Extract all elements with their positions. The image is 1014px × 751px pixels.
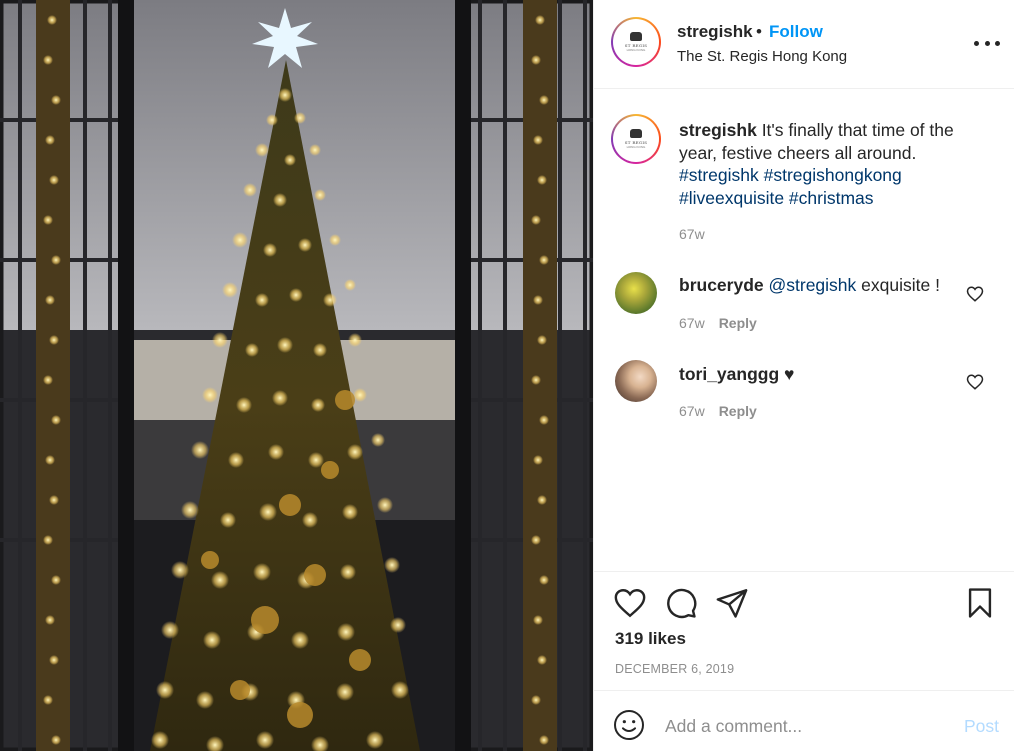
comment-avatar[interactable] <box>615 360 657 402</box>
comment-heart-icon[interactable] <box>966 285 984 303</box>
st-regis-logo: ST REGIS HONG KONG <box>615 21 657 63</box>
post-photo[interactable] <box>0 0 593 751</box>
separator-dot: • <box>756 22 762 41</box>
post-date[interactable]: DECEMBER 6, 2019 <box>615 662 734 676</box>
avatar[interactable]: ST REGIS HONG KONG <box>611 17 661 67</box>
comment: bruceryde @stregishk exquisite ! <box>679 275 940 296</box>
logo-subtext: HONG KONG <box>626 144 646 149</box>
comment-timestamp[interactable]: 67w <box>679 403 705 419</box>
st-regis-logo: ST REGIS HONG KONG <box>615 118 657 160</box>
comment-heart-icon[interactable] <box>966 373 984 391</box>
post-viewer: ST REGIS HONG KONG stregishk • Follow Th… <box>0 0 1014 751</box>
comment-input[interactable] <box>665 714 935 738</box>
comment-bubble-icon[interactable] <box>664 586 698 620</box>
more-options-icon[interactable] <box>974 33 1000 53</box>
reply-button[interactable]: Reply <box>719 315 757 331</box>
heart-icon[interactable] <box>613 586 647 620</box>
add-comment-bar: Post <box>594 690 1014 751</box>
comment-meta: 67w Reply <box>679 403 757 419</box>
comment-text: exquisite ! <box>861 275 940 295</box>
comment-username[interactable]: bruceryde <box>679 275 764 295</box>
comment-meta: 67w Reply <box>679 315 757 331</box>
caption-avatar[interactable]: ST REGIS HONG KONG <box>611 114 661 164</box>
follow-button[interactable]: Follow <box>769 22 823 42</box>
likes-count[interactable]: 319 likes <box>615 629 686 649</box>
caption-timestamp[interactable]: 67w <box>679 226 705 242</box>
post-details-panel: ST REGIS HONG KONG stregishk • Follow Th… <box>593 0 1014 751</box>
comment-username[interactable]: tori_yanggg <box>679 364 779 384</box>
caption: stregishk It's finally that time of the … <box>679 119 989 209</box>
post-header: ST REGIS HONG KONG stregishk • Follow Th… <box>594 0 1014 89</box>
logo-subtext: HONG KONG <box>626 47 646 52</box>
comment-avatar[interactable] <box>615 272 657 314</box>
caption-username[interactable]: stregishk <box>679 120 757 140</box>
post-location[interactable]: The St. Regis Hong Kong <box>677 48 847 65</box>
christmas-tree-photo <box>0 0 593 751</box>
reply-button[interactable]: Reply <box>719 403 757 419</box>
emoji-icon[interactable] <box>613 709 645 741</box>
crest-icon <box>630 32 642 42</box>
comment-mention[interactable]: @stregishk <box>769 275 857 295</box>
paper-plane-icon[interactable] <box>715 586 749 620</box>
crest-icon <box>630 129 642 139</box>
comment: tori_yanggg ♥ <box>679 364 794 385</box>
post-username[interactable]: stregishk <box>677 22 753 42</box>
comment-timestamp[interactable]: 67w <box>679 315 705 331</box>
caption-hashtags[interactable]: #stregishk #stregishongkong #liveexquisi… <box>679 165 902 208</box>
post-comment-button[interactable]: Post <box>964 716 999 737</box>
bookmark-icon[interactable] <box>963 586 997 620</box>
comment-text: ♥ <box>784 364 795 384</box>
